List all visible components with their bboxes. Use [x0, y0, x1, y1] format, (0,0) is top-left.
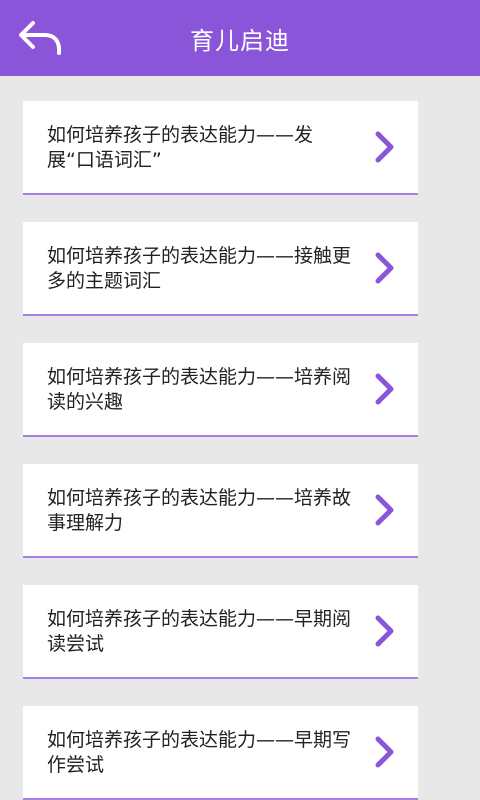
list-item-label: 如何培养孩子的表达能力——早期阅读尝试 — [47, 608, 352, 655]
chevron-right-icon — [375, 373, 394, 405]
chevron-right-icon — [375, 131, 394, 163]
list-item[interactable]: 如何培养孩子的表达能力——早期写作尝试 — [23, 706, 418, 800]
list-item[interactable]: 如何培养孩子的表达能力——接触更多的主题词汇 — [23, 222, 418, 316]
back-button[interactable] — [12, 12, 68, 64]
list-item[interactable]: 如何培养孩子的表达能力——培养故事理解力 — [23, 464, 418, 558]
list-item-label: 如何培养孩子的表达能力——培养故事理解力 — [47, 487, 352, 534]
page-title: 育儿启迪 — [190, 26, 290, 55]
back-arrow-icon — [19, 21, 62, 55]
list-item[interactable]: 如何培养孩子的表达能力——早期阅读尝试 — [23, 585, 418, 679]
app-screen: 育儿启迪 如何培养孩子的表达能力——发展“口语词汇” 如何培养孩子的表达能力——… — [0, 0, 480, 800]
list-item-label: 如何培养孩子的表达能力——培养阅读的兴趣 — [47, 366, 352, 413]
list-item-label: 如何培养孩子的表达能力——接触更多的主题词汇 — [47, 245, 352, 292]
chevron-right-icon — [375, 615, 394, 647]
list-item-label: 如何培养孩子的表达能力——发展“口语词汇” — [47, 124, 314, 171]
list-item-label: 如何培养孩子的表达能力——早期写作尝试 — [47, 729, 352, 776]
top-bar: 育儿启迪 — [0, 0, 480, 76]
list-item[interactable]: 如何培养孩子的表达能力——发展“口语词汇” — [23, 101, 418, 195]
article-list: 如何培养孩子的表达能力——发展“口语词汇” 如何培养孩子的表达能力——接触更多的… — [23, 101, 418, 800]
list-item[interactable]: 如何培养孩子的表达能力——培养阅读的兴趣 — [23, 343, 418, 437]
chevron-right-icon — [375, 252, 394, 284]
chevron-right-icon — [375, 494, 394, 526]
chevron-right-icon — [375, 736, 394, 768]
